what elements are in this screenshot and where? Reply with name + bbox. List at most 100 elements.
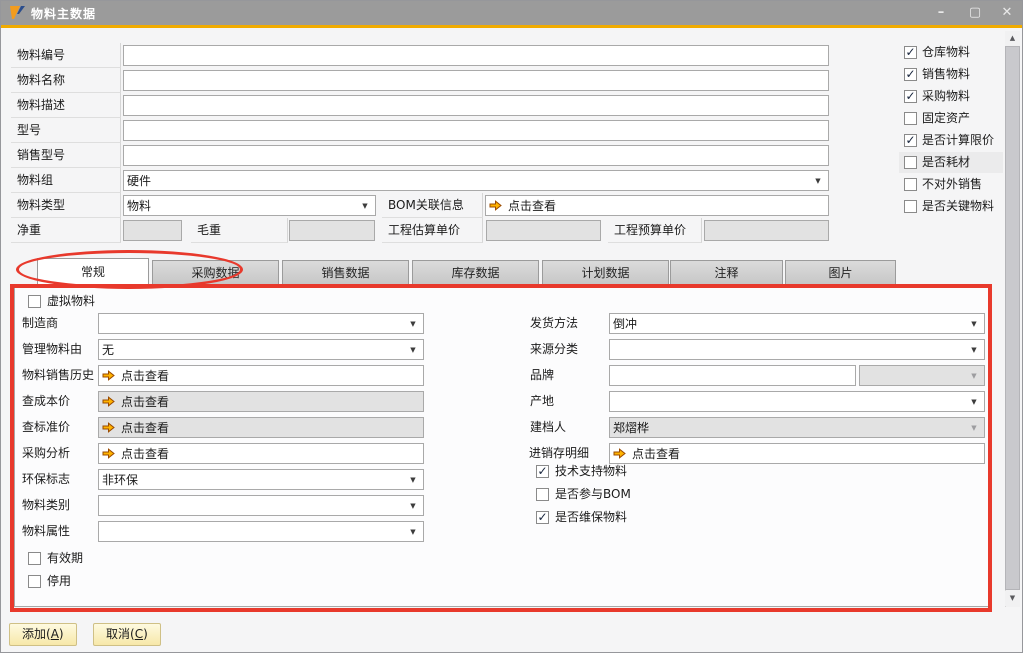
material-type-dropdown[interactable]: 物料 ▼ bbox=[123, 195, 376, 216]
dropdown-arrow-icon: ▼ bbox=[967, 372, 981, 380]
titlebar: 物料主数据 – ▢ ✕ bbox=[1, 1, 1022, 25]
cancel-button[interactable]: 取消(C) bbox=[93, 623, 161, 646]
label-eng-budget-price: 工程预算单价 bbox=[608, 218, 702, 243]
label-material-attribute: 物料属性 bbox=[22, 521, 70, 542]
tab-remarks[interactable]: 注释 bbox=[670, 260, 783, 285]
checkbox-sales-item[interactable]: ✓ bbox=[904, 68, 917, 81]
origin-dropdown[interactable]: ▼ bbox=[609, 391, 985, 412]
checkbox-tech-support-item[interactable]: ✓ bbox=[536, 465, 549, 478]
tab-picture[interactable]: 图片 bbox=[785, 260, 896, 285]
checkbox-deactivated[interactable] bbox=[28, 575, 41, 588]
checkbox-fixed-asset[interactable] bbox=[904, 112, 917, 125]
link-arrow-icon bbox=[102, 370, 115, 381]
checkbox-virtual-item[interactable] bbox=[28, 295, 41, 308]
check-standard-price-link[interactable]: 点击查看 bbox=[98, 417, 424, 438]
dropdown-arrow-icon: ▼ bbox=[967, 346, 981, 354]
add-button[interactable]: 添加(A) bbox=[9, 623, 77, 646]
tab-general[interactable]: 常规 bbox=[37, 258, 149, 287]
env-flag-value: 非环保 bbox=[102, 471, 406, 488]
label-delivery-method: 发货方法 bbox=[530, 313, 578, 334]
scrollbar-up-icon[interactable]: ▲ bbox=[1005, 31, 1020, 46]
checkbox-key-material[interactable] bbox=[904, 200, 917, 213]
sales-model-input[interactable] bbox=[123, 145, 829, 166]
sales-history-link-text: 点击查看 bbox=[121, 367, 169, 384]
add-button-text-end: ) bbox=[59, 627, 64, 641]
window-title: 物料主数据 bbox=[31, 5, 96, 22]
purchase-analysis-link[interactable]: 点击查看 bbox=[98, 443, 424, 464]
add-button-mnemonic: A bbox=[51, 627, 59, 641]
label-material-category: 物料类别 bbox=[22, 495, 70, 516]
add-button-text: 添加( bbox=[22, 627, 51, 641]
material-group-value: 硬件 bbox=[127, 172, 811, 189]
material-group-dropdown[interactable]: 硬件 ▼ bbox=[123, 170, 829, 191]
cancel-button-mnemonic: C bbox=[135, 627, 143, 641]
manufacturer-dropdown[interactable]: ▼ bbox=[98, 313, 424, 334]
scrollbar-thumb[interactable] bbox=[1005, 46, 1020, 590]
label-validity-period: 有效期 bbox=[47, 551, 83, 566]
label-calc-price-limit: 是否计算限价 bbox=[922, 133, 994, 148]
link-arrow-icon bbox=[102, 396, 115, 407]
checkbox-warehouse-item[interactable]: ✓ bbox=[904, 46, 917, 59]
scrollbar-down-icon[interactable]: ▼ bbox=[1005, 591, 1020, 606]
sales-history-link[interactable]: 点击查看 bbox=[98, 365, 424, 386]
bom-info-link-text: 点击查看 bbox=[508, 197, 556, 214]
link-arrow-icon bbox=[102, 448, 115, 459]
checkbox-maintenance-item[interactable]: ✓ bbox=[536, 511, 549, 524]
label-bom-info: BOM关联信息 bbox=[382, 193, 483, 218]
minimize-icon[interactable]: – bbox=[929, 3, 953, 23]
delivery-method-dropdown[interactable]: 倒冲 ▼ bbox=[609, 313, 985, 334]
eng-estimate-price-field bbox=[486, 220, 601, 241]
label-participate-bom: 是否参与BOM bbox=[555, 487, 631, 502]
close-icon[interactable]: ✕ bbox=[995, 3, 1019, 23]
label-maintenance-item: 是否维保物料 bbox=[555, 510, 627, 525]
checkbox-no-external-sale[interactable] bbox=[904, 178, 917, 191]
tab-sales[interactable]: 销售数据 bbox=[282, 260, 409, 285]
managed-by-dropdown[interactable]: 无 ▼ bbox=[98, 339, 424, 360]
brand-input[interactable] bbox=[609, 365, 856, 386]
item-code-input[interactable] bbox=[123, 45, 829, 66]
label-check-standard-price: 查标准价 bbox=[22, 417, 70, 438]
dropdown-arrow-icon: ▼ bbox=[406, 346, 420, 354]
tab-purchasing[interactable]: 采购数据 bbox=[152, 260, 279, 285]
source-category-dropdown[interactable]: ▼ bbox=[609, 339, 985, 360]
dropdown-arrow-icon: ▼ bbox=[406, 476, 420, 484]
check-cost-price-link[interactable]: 点击查看 bbox=[98, 391, 424, 412]
label-gross-weight: 毛重 bbox=[191, 218, 288, 243]
label-sales-item: 销售物料 bbox=[922, 67, 970, 82]
tab-planning[interactable]: 计划数据 bbox=[542, 260, 669, 285]
cancel-button-text: 取消( bbox=[106, 627, 135, 641]
tab-inventory[interactable]: 库存数据 bbox=[412, 260, 539, 285]
checkbox-calc-price-limit[interactable]: ✓ bbox=[904, 134, 917, 147]
material-attribute-dropdown[interactable]: ▼ bbox=[98, 521, 424, 542]
label-virtual-item: 虚拟物料 bbox=[47, 294, 95, 309]
checkbox-consumable[interactable] bbox=[904, 156, 917, 169]
env-flag-dropdown[interactable]: 非环保 ▼ bbox=[98, 469, 424, 490]
checkbox-purchase-item[interactable]: ✓ bbox=[904, 90, 917, 103]
link-arrow-icon bbox=[613, 448, 626, 459]
label-material-type: 物料类型 bbox=[11, 193, 121, 218]
checkbox-participate-bom[interactable] bbox=[536, 488, 549, 501]
check-cost-price-link-text: 点击查看 bbox=[121, 393, 169, 410]
label-inventory-detail: 进销存明细 bbox=[529, 443, 589, 464]
model-input[interactable] bbox=[123, 120, 829, 141]
record-creator-field-disabled: 郑熠桦 ▼ bbox=[609, 417, 985, 438]
material-master-window: 物料主数据 – ▢ ✕ 物料编号 物料名称 物料描述 型号 销售型号 物料组 硬… bbox=[0, 0, 1023, 653]
label-net-weight: 净重 bbox=[11, 218, 121, 243]
inventory-detail-link-text: 点击查看 bbox=[632, 445, 680, 462]
material-category-dropdown[interactable]: ▼ bbox=[98, 495, 424, 516]
bom-info-link[interactable]: 点击查看 bbox=[485, 195, 829, 216]
inventory-detail-link[interactable]: 点击查看 bbox=[609, 443, 985, 464]
item-desc-input[interactable] bbox=[123, 95, 829, 116]
dropdown-arrow-icon: ▼ bbox=[406, 502, 420, 510]
label-consumable: 是否耗材 bbox=[922, 155, 970, 170]
label-check-cost-price: 查成本价 bbox=[22, 391, 70, 412]
label-origin: 产地 bbox=[530, 391, 554, 412]
maximize-icon[interactable]: ▢ bbox=[963, 3, 987, 23]
link-arrow-icon bbox=[489, 200, 502, 211]
label-item-name: 物料名称 bbox=[11, 68, 121, 93]
label-eng-estimate-price: 工程估算单价 bbox=[382, 218, 483, 243]
item-name-input[interactable] bbox=[123, 70, 829, 91]
dropdown-arrow-icon: ▼ bbox=[967, 320, 981, 328]
net-weight-field bbox=[123, 220, 182, 241]
checkbox-validity-period[interactable] bbox=[28, 552, 41, 565]
